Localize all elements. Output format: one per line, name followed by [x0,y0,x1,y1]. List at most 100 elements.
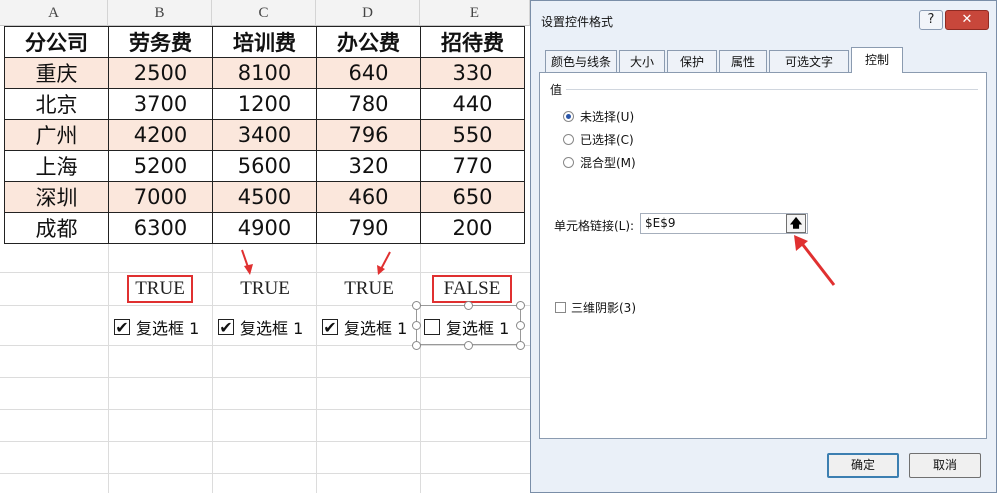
tab-size[interactable]: 大小 [619,50,665,72]
table-cell[interactable]: 深圳 [4,181,109,213]
table-cell[interactable]: 4900 [212,212,317,244]
radio-mixed[interactable]: 混合型(M) [563,154,636,171]
help-button[interactable]: ? [919,10,943,30]
header-cell[interactable]: 培训费 [212,26,317,58]
checkbox-label: 复选框 1 [344,319,408,338]
checkbox-label: 三维阴影(3) [571,301,636,315]
table-row: 成都 6300 4900 790 200 [4,212,525,244]
table-cell[interactable]: 460 [316,181,421,213]
table-cell[interactable]: 330 [420,57,525,89]
radio-selected-icon[interactable] [563,111,574,122]
cancel-button[interactable]: 取消 [909,453,981,478]
table-cell[interactable]: 1200 [212,88,317,120]
gridline [0,345,530,346]
table-cell[interactable]: 6300 [108,212,213,244]
table-cell[interactable]: 790 [316,212,421,244]
resize-handle[interactable] [516,301,525,310]
close-button[interactable]: ✕ [945,10,989,30]
resize-handle[interactable] [412,321,421,330]
table-cell[interactable]: 550 [420,119,525,151]
table-cell[interactable]: 2500 [108,57,213,89]
column-header-b[interactable]: B [108,0,212,26]
tab-control[interactable]: 控制 [851,47,903,73]
radio-empty-icon[interactable] [563,134,574,145]
value-group-title: 值 [550,83,563,97]
ok-button[interactable]: 确定 [827,453,899,478]
table-cell[interactable]: 上海 [4,150,109,182]
table-cell[interactable]: 200 [420,212,525,244]
table-cell[interactable]: 4500 [212,181,317,213]
control-tab-panel: 值 未选择(U) 已选择(C) 混合型(M) 单元格链接(L): $E$9 🡅 [539,72,987,439]
column-header-e[interactable]: E [420,0,530,26]
table-cell[interactable]: 770 [420,150,525,182]
header-cell[interactable]: 办公费 [316,26,421,58]
cell-link-input[interactable]: $E$9 [640,213,808,234]
resize-handle[interactable] [412,301,421,310]
table-cell[interactable]: 3700 [108,88,213,120]
checkbox-label: 复选框 1 [240,319,304,338]
resize-handle[interactable] [464,301,473,310]
spreadsheet: A B C D E 分公司 劳务费 培训费 办公费 招待费 重庆 2500 81… [0,0,530,493]
column-header-c[interactable]: C [212,0,316,26]
table-cell[interactable]: 广州 [4,119,109,151]
checkbox-check-icon[interactable]: ✔ [114,318,130,337]
resize-handle[interactable] [516,321,525,330]
tab-protection[interactable]: 保护 [667,50,717,72]
group-divider [566,89,978,90]
table-row: 深圳 7000 4500 460 650 [4,181,525,213]
table-cell[interactable]: 796 [316,119,421,151]
table-cell[interactable]: 北京 [4,88,109,120]
gridline [0,409,530,410]
resize-handle[interactable] [464,341,473,350]
table-cell[interactable]: 4200 [108,119,213,151]
tab-colors-lines[interactable]: 颜色与线条 [545,50,617,72]
table-cell[interactable]: 320 [316,150,421,182]
gridline [0,377,530,378]
table-cell[interactable]: 重庆 [4,57,109,89]
table-cell[interactable]: 7000 [108,181,213,213]
table-cell[interactable]: 5600 [212,150,317,182]
table-cell[interactable]: 640 [316,57,421,89]
checkbox-check-icon[interactable]: ✔ [322,318,338,337]
checkbox-empty-icon[interactable] [555,302,566,313]
header-cell[interactable]: 分公司 [4,26,109,58]
table-cell[interactable]: 成都 [4,212,109,244]
radio-unchecked[interactable]: 未选择(U) [563,108,634,125]
selection-frame [416,305,521,345]
bool-cell-b9[interactable]: TRUE [127,275,193,303]
table-row: 广州 4200 3400 796 550 [4,119,525,151]
table-cell[interactable]: 780 [316,88,421,120]
table-cell[interactable]: 650 [420,181,525,213]
form-checkbox-b[interactable]: ✔ 复选框 1 [114,316,199,338]
table-cell[interactable]: 8100 [212,57,317,89]
resize-handle[interactable] [412,341,421,350]
column-header-a[interactable]: A [0,0,108,26]
bool-cell-e9[interactable]: FALSE [432,275,512,303]
tab-alt-text[interactable]: 可选文字 [769,50,849,72]
collapse-dialog-button[interactable]: 🡅 [786,214,806,233]
checkbox-check-icon[interactable]: ✔ [218,318,234,337]
table-cell[interactable]: 5200 [108,150,213,182]
shade-3d-checkbox[interactable]: 三维阴影(3) [555,299,636,316]
gridline [0,473,530,474]
table-row: 北京 3700 1200 780 440 [4,88,525,120]
table-row: 上海 5200 5600 320 770 [4,150,525,182]
collapse-arrow-icon: 🡅 [789,216,803,230]
resize-handle[interactable] [516,341,525,350]
table-cell[interactable]: 3400 [212,119,317,151]
bool-cell-d9[interactable]: TRUE [334,275,404,303]
column-header-d[interactable]: D [316,0,420,26]
radio-empty-icon[interactable] [563,157,574,168]
tab-properties[interactable]: 属性 [719,50,767,72]
form-checkbox-c[interactable]: ✔ 复选框 1 [218,316,303,338]
table-cell[interactable]: 440 [420,88,525,120]
cell-link-label: 单元格链接(L): [554,219,635,233]
dialog-title: 设置控件格式 [541,15,614,29]
radio-label: 混合型(M) [580,156,636,170]
radio-checked[interactable]: 已选择(C) [563,131,634,148]
header-cell[interactable]: 劳务费 [108,26,213,58]
dialog-titlebar[interactable]: 设置控件格式 ? ✕ [531,1,996,37]
form-checkbox-d[interactable]: ✔ 复选框 1 [322,316,407,338]
header-cell[interactable]: 招待费 [420,26,525,58]
bool-cell-c9[interactable]: TRUE [230,275,300,303]
